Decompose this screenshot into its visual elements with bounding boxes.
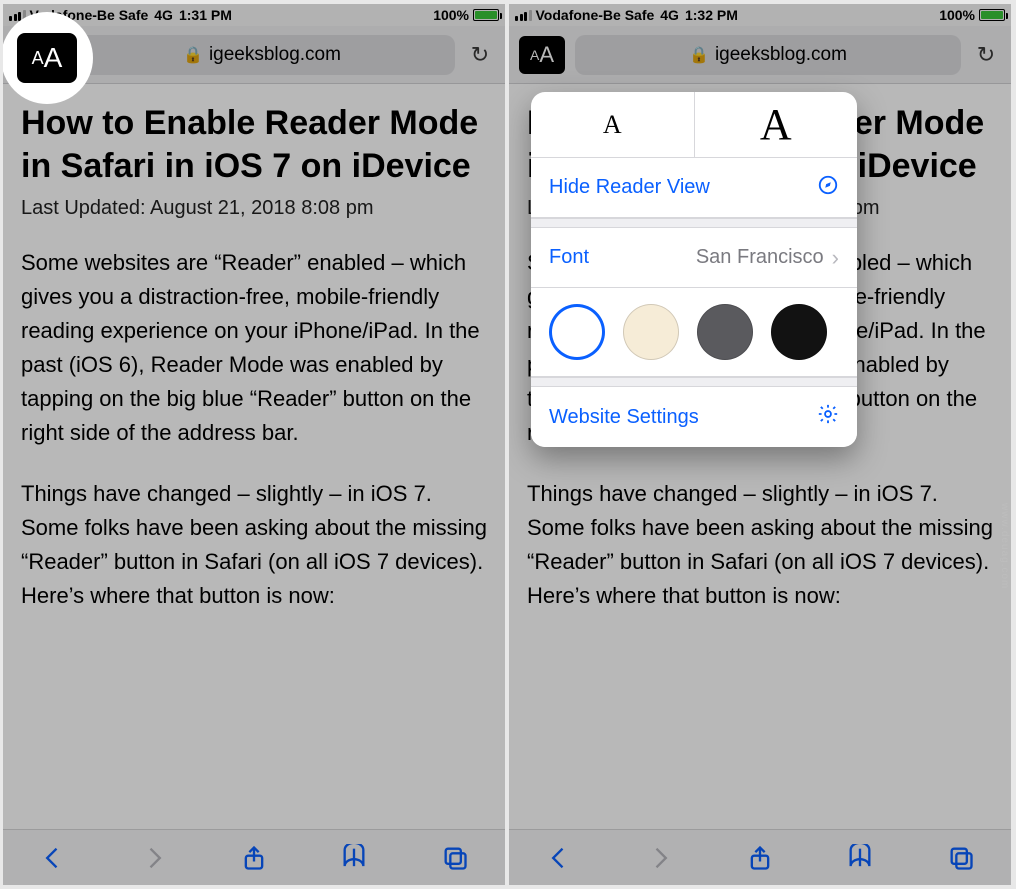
url-text: igeeksblog.com	[715, 44, 847, 66]
website-settings-label: Website Settings	[549, 406, 699, 429]
clock-label: 1:32 PM	[685, 7, 738, 23]
website-settings-row[interactable]: Website Settings	[531, 387, 857, 447]
highlight-circle: AA	[3, 12, 93, 104]
reader-aa-button[interactable]: AA	[519, 36, 565, 74]
battery-percent: 100%	[939, 7, 975, 23]
url-field[interactable]: 🔒 igeeksblog.com	[69, 35, 455, 75]
article-meta: Last Updated: August 21, 2018 8:08 pm	[21, 197, 487, 220]
gear-icon	[817, 403, 839, 431]
back-button[interactable]	[539, 844, 579, 872]
phone-left: Vodafone-Be Safe 4G 1:31 PM 100% AA 🔒 ig…	[3, 4, 505, 885]
forward-button[interactable]	[134, 844, 174, 872]
url-field[interactable]: 🔒 igeeksblog.com	[575, 35, 961, 75]
reader-aa-button-highlight[interactable]: AA	[17, 33, 77, 83]
share-button[interactable]	[234, 844, 274, 872]
bottom-toolbar	[3, 829, 505, 885]
font-row[interactable]: Font San Francisco ›	[531, 228, 857, 288]
hide-reader-label: Hide Reader View	[549, 176, 710, 199]
reload-button[interactable]: ↻	[465, 42, 495, 68]
tabs-button[interactable]	[941, 844, 981, 872]
battery-indicator: 100%	[433, 7, 499, 23]
article-paragraph: Things have changed – slightly – in iOS …	[21, 477, 487, 613]
network-label: 4G	[154, 7, 173, 23]
network-label: 4G	[660, 7, 679, 23]
increase-text-button[interactable]: A	[695, 92, 858, 157]
lock-icon: 🔒	[689, 45, 709, 65]
phone-right: Vodafone-Be Safe 4G 1:32 PM 100% AA 🔒 ig…	[509, 4, 1011, 885]
back-button[interactable]	[33, 844, 73, 872]
theme-swatch-1[interactable]	[623, 304, 679, 360]
chevron-right-icon: ›	[832, 245, 839, 271]
lock-icon: 🔒	[183, 45, 203, 65]
carrier-label: Vodafone-Be Safe	[536, 7, 655, 23]
theme-swatch-3[interactable]	[771, 304, 827, 360]
compass-icon	[817, 174, 839, 202]
reader-popover: A A Hide Reader View Font San Francisco …	[531, 92, 857, 447]
article-paragraph: Things have changed – slightly – in iOS …	[527, 477, 993, 613]
theme-row	[531, 288, 857, 377]
bookmarks-button[interactable]	[334, 844, 374, 872]
decrease-text-button[interactable]: A	[531, 92, 695, 157]
url-text: igeeksblog.com	[209, 44, 341, 66]
theme-swatch-0[interactable]	[549, 304, 605, 360]
battery-percent: 100%	[433, 7, 469, 23]
theme-swatch-2[interactable]	[697, 304, 753, 360]
status-bar: Vodafone-Be Safe 4G 1:31 PM 100%	[3, 4, 505, 26]
bookmarks-button[interactable]	[840, 844, 880, 872]
share-button[interactable]	[740, 844, 780, 872]
bottom-toolbar	[509, 829, 1011, 885]
hide-reader-row[interactable]: Hide Reader View	[531, 158, 857, 218]
article-paragraph: Some websites are “Reader” enabled – whi…	[21, 246, 487, 451]
address-bar: AA 🔒 igeeksblog.com ↻	[509, 26, 1011, 84]
battery-indicator: 100%	[939, 7, 1005, 23]
font-label: Font	[549, 246, 589, 269]
reload-button[interactable]: ↻	[971, 42, 1001, 68]
article-title: How to Enable Reader Mode in Safari in i…	[21, 102, 487, 187]
article-content: How to Enable Reader Mode in Safari in i…	[3, 84, 505, 613]
clock-label: 1:31 PM	[179, 7, 232, 23]
status-bar: Vodafone-Be Safe 4G 1:32 PM 100%	[509, 4, 1011, 26]
font-value: San Francisco	[696, 246, 824, 269]
watermark: www.deuag.com	[999, 503, 1010, 589]
text-size-row: A A	[531, 92, 857, 158]
tabs-button[interactable]	[435, 844, 475, 872]
forward-button[interactable]	[640, 844, 680, 872]
signal-icon	[515, 10, 532, 21]
